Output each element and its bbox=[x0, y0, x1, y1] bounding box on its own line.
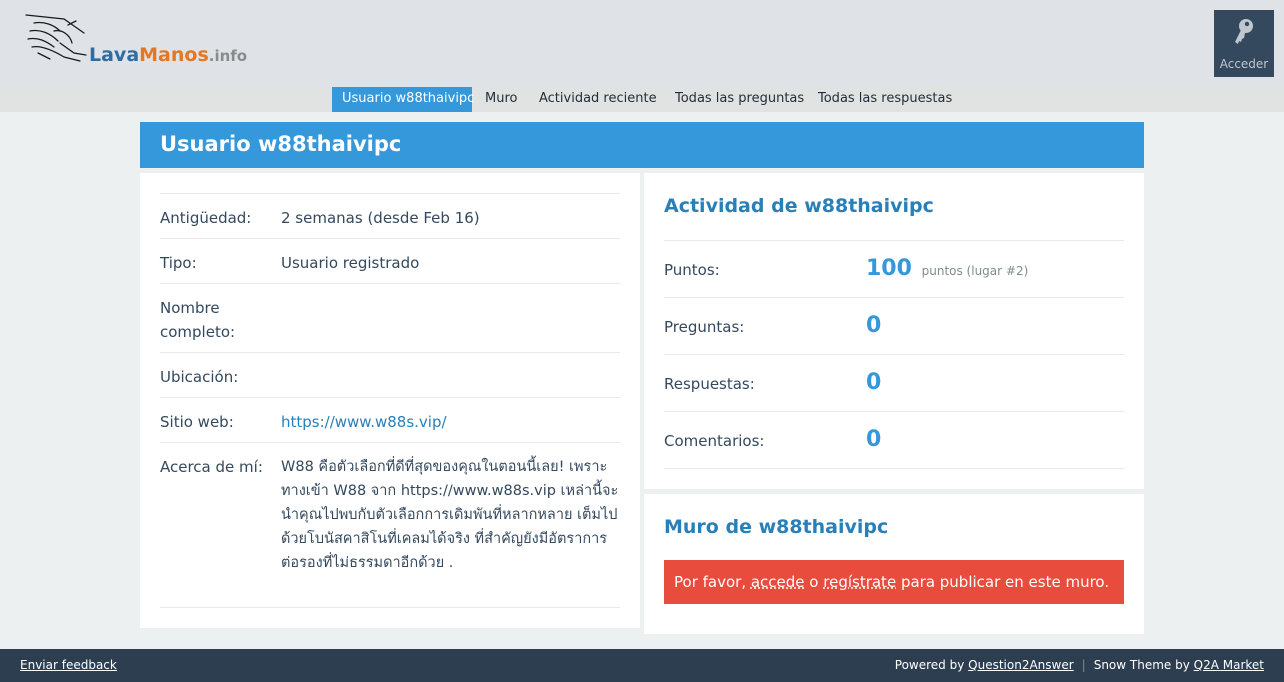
stat-label: Respuestas: bbox=[664, 375, 755, 393]
q2a-market-link[interactable]: Q2A Market bbox=[1194, 658, 1264, 672]
stat-row-points: Puntos: 100 puntos (lugar #2) bbox=[664, 241, 1124, 298]
activity-panel: Actividad de w88thaivipc Puntos: 100 pun… bbox=[644, 173, 1144, 489]
profile-label: Nombre completo: bbox=[160, 299, 236, 341]
theme-by-text: Snow Theme by bbox=[1093, 658, 1194, 672]
profile-label: Tipo: bbox=[160, 254, 197, 272]
profile-label: Sitio web: bbox=[160, 413, 234, 431]
profile-label: Ubicación: bbox=[160, 368, 239, 386]
profile-panel: Antigüedad: 2 semanas (desde Feb 16) Tip… bbox=[140, 173, 640, 628]
stat-row-comments: Comentarios: 0 bbox=[664, 412, 1124, 469]
question2answer-link[interactable]: Question2Answer bbox=[968, 658, 1074, 672]
stat-row-answers: Respuestas: 0 bbox=[664, 355, 1124, 412]
wall-heading: Muro de w88thaivipc bbox=[664, 516, 889, 538]
page-title: Usuario w88thaivipc bbox=[160, 132, 402, 156]
nav-tab-user[interactable]: Usuario w88thaivipc bbox=[332, 87, 474, 112]
stat-label: Preguntas: bbox=[664, 318, 745, 336]
login-link[interactable]: accede bbox=[751, 573, 805, 591]
profile-about-text: W88 คือตัวเลือกที่ดีที่สุดของคุณในตอนนี้… bbox=[281, 459, 619, 571]
site-header: LavaManos.info Acceder bbox=[0, 0, 1284, 87]
profile-table: Antigüedad: 2 semanas (desde Feb 16) Tip… bbox=[160, 193, 620, 608]
stat-row-questions: Preguntas: 0 bbox=[664, 298, 1124, 355]
logo-part-manos: Manos bbox=[139, 44, 209, 66]
activity-stats: Puntos: 100 puntos (lugar #2) Preguntas:… bbox=[664, 240, 1124, 469]
logo-frog-icon bbox=[25, 14, 87, 62]
stat-value: 100 puntos (lugar #2) bbox=[866, 254, 1028, 286]
logo-wordmark: LavaManos.info bbox=[89, 44, 247, 66]
footer-separator: | bbox=[1081, 658, 1086, 672]
login-button[interactable]: Acceder bbox=[1214, 10, 1274, 77]
key-icon bbox=[1235, 19, 1253, 44]
feedback-link[interactable]: Enviar feedback bbox=[20, 658, 117, 672]
points-rank: puntos (lugar #2) bbox=[921, 264, 1029, 278]
profile-row-fullname: Nombre completo: bbox=[160, 284, 620, 353]
profile-label: Acerca de mí: bbox=[160, 458, 263, 476]
profile-row-age: Antigüedad: 2 semanas (desde Feb 16) bbox=[160, 194, 620, 239]
site-logo[interactable]: LavaManos.info bbox=[24, 13, 254, 69]
stat-value: 0 bbox=[866, 370, 882, 395]
powered-by-text: Powered by bbox=[894, 658, 969, 672]
activity-heading: Actividad de w88thaivipc bbox=[664, 195, 934, 217]
profile-label: Antigüedad: bbox=[160, 209, 252, 227]
profile-value: 2 semanas (desde Feb 16) bbox=[281, 209, 480, 227]
wall-login-alert: Por favor, accede o regístrate para publ… bbox=[664, 560, 1124, 604]
profile-row-type: Tipo: Usuario registrado bbox=[160, 239, 620, 284]
site-footer: Enviar feedback Powered by Question2Answ… bbox=[0, 649, 1284, 682]
profile-row-about: Acerca de mí: W88 คือตัวเลือกที่ดีที่สุด… bbox=[160, 443, 620, 608]
logo-part-info: .info bbox=[208, 47, 248, 65]
login-label: Acceder bbox=[1219, 57, 1269, 71]
profile-row-location: Ubicación: bbox=[160, 353, 620, 398]
stat-value: 0 bbox=[866, 313, 882, 338]
stat-value: 0 bbox=[866, 427, 882, 452]
alert-text: Por favor, bbox=[674, 573, 751, 591]
nav-tab-all-answers[interactable]: Todas las respuestas bbox=[808, 87, 962, 112]
wall-panel: Muro de w88thaivipc Por favor, accede o … bbox=[644, 494, 1144, 634]
nav-tab-wall[interactable]: Muro bbox=[475, 87, 527, 112]
stat-label: Puntos: bbox=[664, 261, 720, 279]
register-link[interactable]: regístrate bbox=[823, 573, 896, 591]
profile-value: https://www.w88s.vip/ bbox=[281, 410, 621, 434]
points-count: 100 bbox=[866, 256, 912, 281]
nav-tab-all-questions[interactable]: Todas las preguntas bbox=[665, 87, 814, 112]
alert-text: para publicar en este muro. bbox=[896, 573, 1110, 591]
logo-part-lava: Lava bbox=[89, 44, 140, 66]
alert-text: o bbox=[804, 573, 824, 591]
footer-credits: Powered by Question2Answer | Snow Theme by… bbox=[895, 658, 1264, 672]
profile-value: Usuario registrado bbox=[281, 254, 420, 272]
stat-label: Comentarios: bbox=[664, 432, 765, 450]
profile-row-website: Sitio web: https://www.w88s.vip/ bbox=[160, 398, 620, 443]
nav-tab-recent-activity[interactable]: Actividad reciente bbox=[529, 87, 667, 112]
main-nav: Usuario w88thaivipc Muro Actividad recie… bbox=[0, 87, 1284, 112]
website-link[interactable]: https://www.w88s.vip/ bbox=[281, 413, 447, 431]
page-title-bar: Usuario w88thaivipc bbox=[140, 122, 1144, 168]
